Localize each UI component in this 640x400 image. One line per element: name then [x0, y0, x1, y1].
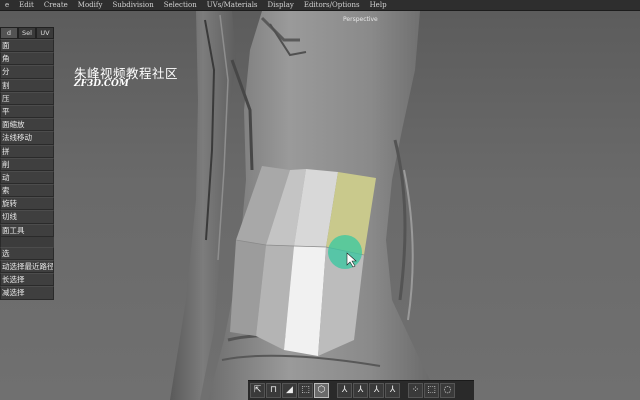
tool-button[interactable]: 动	[0, 170, 54, 185]
marquee-select-icon[interactable]: ⬚	[424, 383, 439, 398]
select-tool-button[interactable]: 减选择	[0, 286, 54, 300]
menu-item-3[interactable]: Modify	[73, 0, 108, 11]
tool-button[interactable]: 面缩放	[0, 118, 54, 132]
panel-gap	[0, 236, 54, 247]
menu-item-6[interactable]: UVs/Materials	[202, 0, 263, 11]
tool-button[interactable]: 分	[0, 65, 54, 79]
tool-button[interactable]: 拼	[0, 144, 54, 158]
axis-z-icon[interactable]: ⅄	[369, 383, 384, 398]
tool-button[interactable]: 平	[0, 104, 54, 119]
tool-shelf: ⇱ ⊓ ◢ ⬚ ⬡ ⅄ ⅄ ⅄ ⅄ ⁘ ⬚ ◌	[248, 380, 474, 400]
menu-item-2[interactable]: Create	[39, 0, 73, 11]
modeling-toolkit-panel: d Sel UV 面角分割压平面缩放 法线移动拼削动索旋转 切线 面工具 选动选择最近路径…	[0, 27, 54, 300]
panel-tab-0[interactable]: d	[0, 27, 18, 39]
panel-tab-1[interactable]: Sel	[18, 27, 36, 39]
tool-button-list: 面角分割压平面缩放 法线移动拼削动索旋转 切线 面工具	[0, 39, 54, 237]
tool-button[interactable]: 角	[0, 52, 54, 66]
menu-bar: e Edit Create Modify Subdivision Selection UVs…	[0, 0, 640, 11]
tool-button[interactable]: 削	[0, 157, 54, 171]
select-tool-button[interactable]: 选	[0, 246, 54, 260]
menu-item-7[interactable]: Display	[263, 0, 299, 11]
select-tool-button[interactable]: 动选择最近路径	[0, 260, 54, 274]
axis-x-icon[interactable]: ⅄	[337, 383, 352, 398]
cursor-highlight	[328, 235, 362, 269]
select-tool-button[interactable]: 长选择	[0, 273, 54, 287]
panel-tabs: d Sel UV	[0, 27, 54, 39]
axis-world-icon[interactable]: ⅄	[385, 383, 400, 398]
watermark-en: ZF3D.COM	[74, 79, 129, 89]
menu-item-0[interactable]: e	[0, 0, 14, 11]
tool-button[interactable]: 割	[0, 78, 54, 92]
menu-item-9[interactable]: Help	[365, 0, 392, 11]
tool-button[interactable]: 面工具	[0, 223, 54, 237]
menu-item-1[interactable]: Edit	[14, 0, 39, 11]
camera-label: Perspective	[343, 16, 378, 23]
cube-select-icon[interactable]: ⬚	[298, 383, 313, 398]
tool-button[interactable]: 面	[0, 39, 54, 53]
tool-button[interactable]: 索	[0, 184, 54, 198]
move-component-icon[interactable]: ⇱	[250, 383, 265, 398]
tool-button[interactable]: 旋转	[0, 197, 54, 211]
extrude-icon[interactable]: ⊓	[266, 383, 281, 398]
tool-button[interactable]: 切线	[0, 210, 54, 224]
panel-tab-2[interactable]: UV	[36, 27, 54, 39]
points-mode-icon[interactable]: ⁘	[408, 383, 423, 398]
tool-button[interactable]: 压	[0, 91, 54, 105]
3d-viewport[interactable]: Perspective 朱峰视频教程社区 ZF3D.COM	[0, 11, 640, 400]
tool-button[interactable]: 法线移动	[0, 131, 54, 145]
menu-item-4[interactable]: Subdivision	[107, 0, 158, 11]
hexagon-icon[interactable]: ⬡	[314, 383, 329, 398]
menu-item-8[interactable]: Editors/Options	[299, 0, 365, 11]
select-button-list: 选动选择最近路径 长选择 减选择	[0, 246, 54, 300]
menu-item-5[interactable]: Selection	[159, 0, 202, 11]
lasso-select-icon[interactable]: ◌	[440, 383, 455, 398]
axis-y-icon[interactable]: ⅄	[353, 383, 368, 398]
bevel-icon[interactable]: ◢	[282, 383, 297, 398]
